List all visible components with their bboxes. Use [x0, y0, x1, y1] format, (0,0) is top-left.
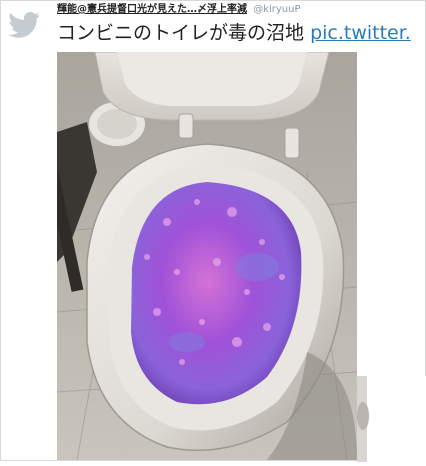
tweet-text: コンビニのトイレが毒の沼地 pic.twitter. — [57, 19, 426, 47]
author-name[interactable]: 輝能@憲兵提督口光が見えた…〆浮上率減 — [57, 4, 247, 15]
tweet-header: 輝能@憲兵提督口光が見えた…〆浮上率減 @kiryuuP — [57, 3, 425, 17]
tweet-photo[interactable] — [57, 52, 357, 460]
toilet-photo-image — [57, 52, 357, 460]
twitter-bird-icon[interactable] — [7, 11, 41, 41]
side-thumbnail — [357, 376, 426, 462]
tweet-card: 輝能@憲兵提督口光が見えた…〆浮上率減 @kiryuuP コンビニのトイレが毒の… — [0, 0, 426, 462]
tweet-link[interactable]: pic.twitter. — [310, 22, 411, 44]
tweet-body: コンビニのトイレが毒の沼地 — [57, 22, 305, 44]
author-handle[interactable]: @kiryuuP — [253, 4, 300, 15]
